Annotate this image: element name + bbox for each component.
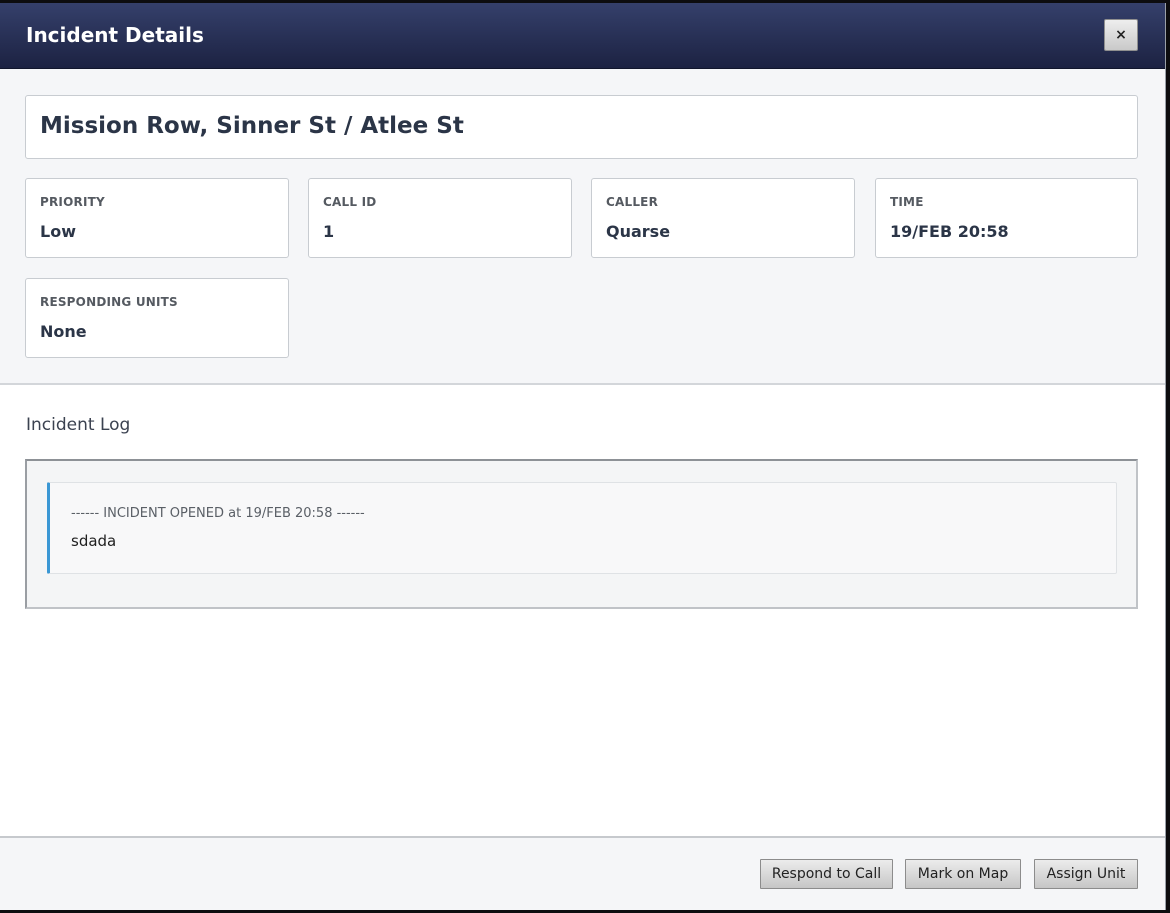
time-label: TIME bbox=[890, 195, 924, 209]
log-entry-text: sdada bbox=[71, 532, 117, 550]
time-value: 19/FEB 20:58 bbox=[890, 222, 1009, 241]
dialog-title: Incident Details bbox=[26, 23, 204, 47]
respond-to-call-button[interactable]: Respond to Call bbox=[760, 859, 893, 889]
incident-info-section: Mission Row, Sinner St / Atlee St PRIORI… bbox=[0, 69, 1165, 385]
dialog-header: Incident Details × bbox=[0, 3, 1165, 69]
caller-label: CALLER bbox=[606, 195, 659, 209]
close-button[interactable]: × bbox=[1104, 19, 1138, 51]
mark-on-map-button[interactable]: Mark on Map bbox=[905, 859, 1021, 889]
priority-card: PRIORITY Low bbox=[25, 178, 289, 258]
call-id-card: CALL ID 1 bbox=[308, 178, 572, 258]
responding-units-value: None bbox=[40, 322, 87, 341]
incident-log-title: Incident Log bbox=[26, 415, 131, 435]
assign-unit-button[interactable]: Assign Unit bbox=[1034, 859, 1138, 889]
call-id-label: CALL ID bbox=[323, 195, 377, 209]
incident-location: Mission Row, Sinner St / Atlee St bbox=[40, 113, 464, 139]
caller-card: CALLER Quarse bbox=[591, 178, 855, 258]
call-id-value: 1 bbox=[323, 222, 335, 241]
incident-location-box: Mission Row, Sinner St / Atlee St bbox=[25, 95, 1138, 159]
priority-value: Low bbox=[40, 222, 76, 241]
incident-log-panel[interactable]: ------ INCIDENT OPENED at 19/FEB 20:58 -… bbox=[25, 459, 1138, 609]
dialog-footer: Respond to Call Mark on Map Assign Unit bbox=[0, 836, 1165, 910]
priority-label: PRIORITY bbox=[40, 195, 105, 209]
time-card: TIME 19/FEB 20:58 bbox=[875, 178, 1138, 258]
incident-details-dialog: Incident Details × Mission Row, Sinner S… bbox=[0, 3, 1166, 910]
log-entry: ------ INCIDENT OPENED at 19/FEB 20:58 -… bbox=[47, 482, 1117, 574]
log-entry-header: ------ INCIDENT OPENED at 19/FEB 20:58 -… bbox=[71, 506, 365, 521]
responding-units-label: RESPONDING UNITS bbox=[40, 295, 178, 309]
caller-value: Quarse bbox=[606, 222, 671, 241]
close-icon: × bbox=[1115, 27, 1127, 43]
responding-units-card: RESPONDING UNITS None bbox=[25, 278, 289, 358]
